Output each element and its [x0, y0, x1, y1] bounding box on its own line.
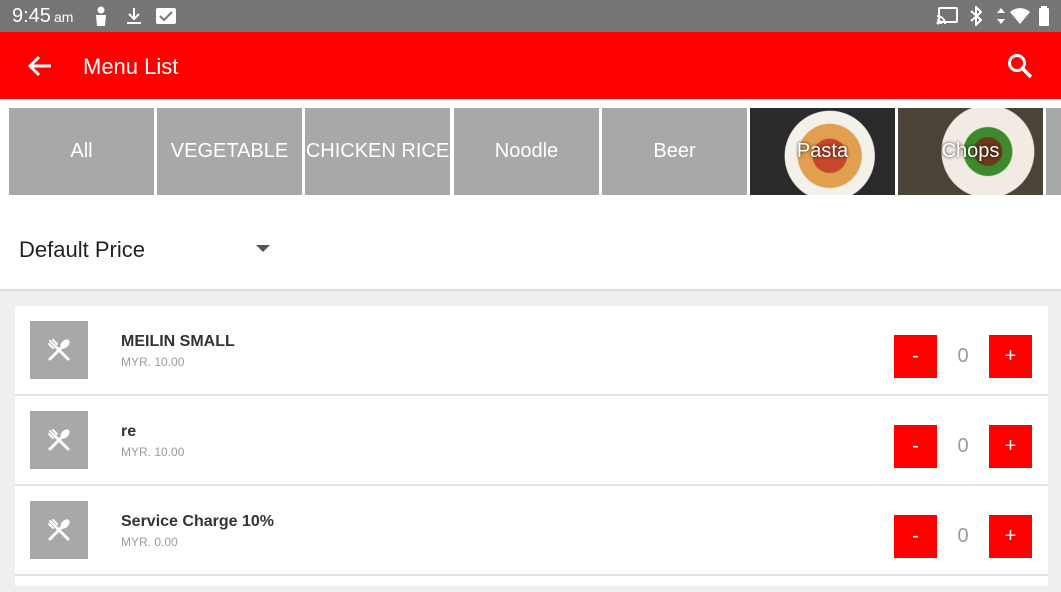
- item-thumbnail: [30, 321, 88, 379]
- increase-button[interactable]: +: [989, 425, 1032, 468]
- wifi-icon: [1008, 0, 1032, 32]
- data-arrows-icon: [995, 0, 1007, 32]
- search-icon: [1008, 54, 1033, 79]
- category-noodle[interactable]: Noodle: [454, 108, 599, 195]
- dropdown-caret-icon: [256, 245, 270, 252]
- category-beer[interactable]: Beer: [602, 108, 747, 195]
- search-button[interactable]: [998, 44, 1042, 88]
- category-strip[interactable]: All VEGETABLE CHICKEN RICE Noodle Beer P…: [9, 108, 1061, 195]
- download-icon: [124, 0, 144, 32]
- category-pasta[interactable]: Pasta: [750, 108, 895, 195]
- item-price: MYR. 10.00: [121, 355, 185, 369]
- increase-button[interactable]: +: [989, 515, 1032, 558]
- quantity-stepper: - +: [894, 335, 1032, 378]
- decrease-button[interactable]: -: [894, 515, 937, 558]
- app-bar: Menu List: [0, 32, 1061, 99]
- category-vegetable[interactable]: VEGETABLE: [157, 108, 302, 195]
- battery-icon: [1036, 0, 1052, 32]
- arrow-back-icon: [27, 55, 51, 77]
- item-price: MYR. 10.00: [121, 445, 185, 459]
- back-button[interactable]: [18, 44, 62, 88]
- quantity-stepper: - +: [894, 425, 1032, 468]
- category-chops[interactable]: Chops: [898, 108, 1043, 195]
- price-dropdown-value: Default Price: [19, 237, 145, 262]
- category-label: Beer: [653, 140, 696, 162]
- category-label: All: [70, 140, 93, 162]
- clock-text: 9:45: [12, 5, 51, 27]
- filter-panel: All VEGETABLE CHICKEN RICE Noodle Beer P…: [0, 99, 1061, 291]
- person-icon: [92, 0, 110, 32]
- menu-item-row[interactable]: MEILIN SMALL MYR. 10.00 - +: [15, 306, 1048, 396]
- category-all[interactable]: All: [9, 108, 154, 195]
- quantity-stepper: - +: [894, 515, 1032, 558]
- item-price: MYR. 0.00: [121, 535, 178, 549]
- item-name: re: [121, 423, 137, 440]
- quantity-input[interactable]: [937, 335, 989, 378]
- cutlery-icon: [48, 429, 70, 451]
- category-chicken-rice[interactable]: CHICKEN RICE: [305, 108, 450, 195]
- cutlery-icon: [48, 519, 70, 541]
- decrease-button[interactable]: -: [894, 335, 937, 378]
- menu-item-row-partial: [15, 576, 1048, 586]
- item-thumbnail: [30, 411, 88, 469]
- price-dropdown[interactable]: Default Price: [19, 234, 279, 264]
- decrease-button[interactable]: -: [894, 425, 937, 468]
- category-label: VEGETABLE: [170, 140, 289, 162]
- status-time: 9:45 am: [12, 5, 73, 28]
- bluetooth-icon: [966, 0, 986, 32]
- menu-item-row[interactable]: re MYR. 10.00 - +: [15, 396, 1048, 486]
- clock-ampm: am: [53, 9, 74, 25]
- category-label: CHICKEN RICE: [305, 140, 450, 162]
- item-name: MEILIN SMALL: [121, 333, 235, 350]
- category-partial[interactable]: [1046, 108, 1061, 195]
- status-bar: 9:45 am: [0, 0, 1061, 32]
- category-label: Chops: [941, 140, 1000, 162]
- cast-icon: [935, 0, 959, 32]
- quantity-input[interactable]: [937, 515, 989, 558]
- item-name: Service Charge 10%: [121, 513, 274, 530]
- menu-item-list: MEILIN SMALL MYR. 10.00 - + re MYR. 10.0…: [15, 306, 1048, 586]
- quantity-input[interactable]: [937, 425, 989, 468]
- page-title: Menu List: [83, 54, 179, 79]
- message-icon: [154, 0, 178, 32]
- cutlery-icon: [48, 339, 70, 361]
- menu-item-row[interactable]: Service Charge 10% MYR. 0.00 - +: [15, 486, 1048, 576]
- category-label: Noodle: [494, 140, 559, 162]
- category-label: Pasta: [796, 140, 849, 162]
- item-thumbnail: [30, 501, 88, 559]
- increase-button[interactable]: +: [989, 335, 1032, 378]
